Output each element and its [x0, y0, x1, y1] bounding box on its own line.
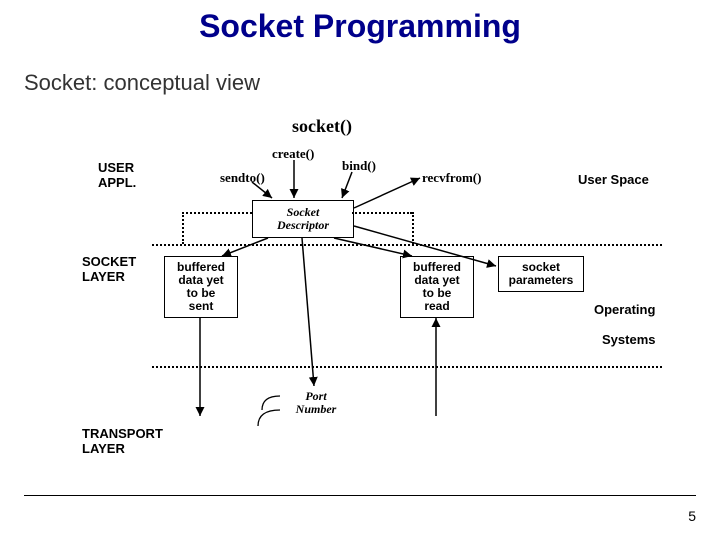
slide-title: Socket Programming — [0, 8, 720, 45]
slide: Socket Programming Socket: conceptual vi… — [0, 0, 720, 540]
page-number: 5 — [688, 508, 696, 524]
connectors — [42, 116, 678, 496]
footer-rule — [24, 495, 696, 496]
socket-diagram: socket() create() bind() sendto() recvfr… — [42, 116, 678, 496]
slide-subtitle: Socket: conceptual view — [24, 70, 260, 96]
